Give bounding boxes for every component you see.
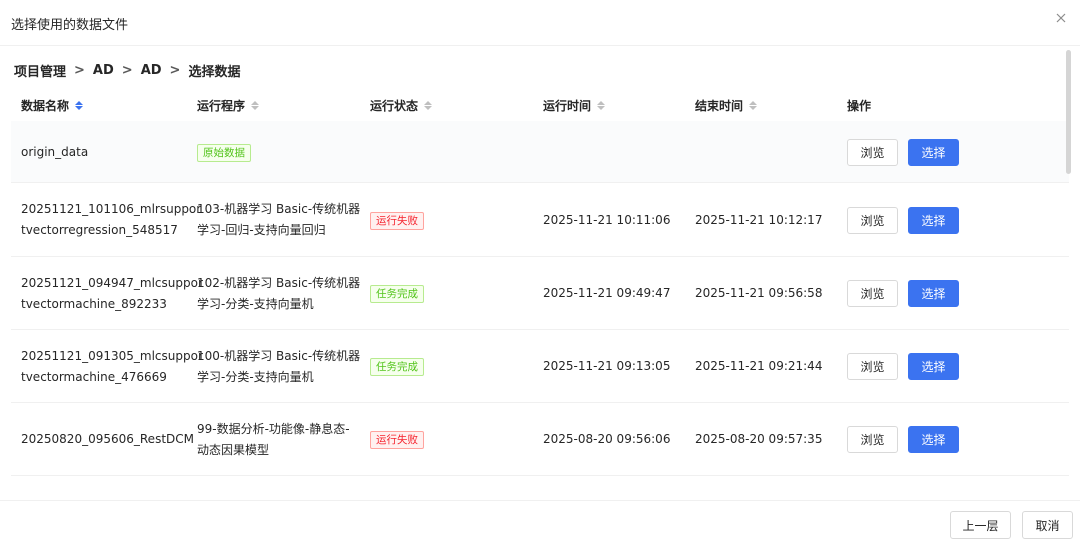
end-time-cell: 2025-11-21 09:21:44 bbox=[695, 359, 823, 373]
sort-icon[interactable] bbox=[251, 101, 260, 110]
breadcrumb-item-ad-2[interactable]: AD bbox=[141, 63, 162, 78]
column-header[interactable]: 运行时间 bbox=[543, 97, 606, 114]
scrollbar[interactable] bbox=[1066, 50, 1071, 174]
cancel-button[interactable]: 取消 bbox=[1022, 511, 1073, 539]
dialog-footer: 上一层 取消 bbox=[0, 500, 1080, 542]
status-badge: 任务完成 bbox=[370, 358, 424, 376]
sort-icon[interactable] bbox=[75, 101, 84, 110]
data-name-cell: 20251121_101106_mlrsuppor tvectorregressi… bbox=[21, 199, 201, 241]
table-row: 20251121_094947_mlcsuppor tvectormachine_… bbox=[11, 257, 1069, 330]
table-row: 20250820_095606_RestDCM 99-数据分析-功能像-静息态- 动… bbox=[11, 403, 1069, 476]
select-button[interactable]: 选择 bbox=[908, 280, 959, 307]
sort-icon[interactable] bbox=[597, 101, 606, 110]
start-time-cell: 2025-08-20 09:56:06 bbox=[543, 432, 671, 446]
status-badge: 任务完成 bbox=[370, 285, 424, 303]
column-header-label: 运行时间 bbox=[543, 99, 592, 113]
select-button[interactable]: 选择 bbox=[908, 353, 959, 380]
end-time-cell: 2025-11-21 09:56:58 bbox=[695, 286, 823, 300]
end-time-cell: 2025-08-20 09:57:35 bbox=[695, 432, 823, 446]
status-cell: 运行失败 bbox=[370, 429, 424, 450]
status-cell: 原始数据 bbox=[197, 142, 251, 163]
start-time-cell: 2025-11-21 09:49:47 bbox=[543, 286, 671, 300]
status-badge: 运行失败 bbox=[370, 211, 424, 230]
breadcrumb: 项目管理 > AD > AD > 选择数据 bbox=[14, 61, 240, 80]
chevron-right-icon: > bbox=[74, 63, 85, 78]
data-name-line: 20251121_091305_mlcsuppor bbox=[21, 348, 203, 363]
dialog-header: 选择使用的数据文件 bbox=[0, 0, 1080, 46]
column-header[interactable]: 运行程序 bbox=[197, 97, 260, 114]
dialog-title: 选择使用的数据文件 bbox=[11, 18, 129, 33]
data-name-line: 20250820_095606_RestDCM bbox=[21, 432, 194, 446]
browse-button[interactable]: 浏览 bbox=[847, 426, 898, 453]
program-line: 学习-分类-支持向量机 bbox=[197, 369, 314, 384]
data-name-line: 20251121_101106_mlrsuppor bbox=[21, 202, 202, 216]
select-data-file-dialog: 选择使用的数据文件 项目管理 > AD > AD > 选择数据 数据名称 运行程序… bbox=[0, 0, 1080, 542]
program-cell: 103-机器学习 Basic-传统机器 学习-回归-支持向量回归 bbox=[197, 199, 360, 241]
column-header-label: 运行程序 bbox=[197, 99, 246, 113]
browse-button[interactable]: 浏览 bbox=[847, 353, 898, 380]
sort-icon[interactable] bbox=[424, 101, 433, 110]
select-button[interactable]: 选择 bbox=[908, 426, 959, 453]
program-line: 102-机器学习 Basic-传统机器 bbox=[197, 275, 361, 290]
program-cell: 102-机器学习 Basic-传统机器 学习-分类-支持向量机 bbox=[197, 273, 360, 315]
data-name-line: origin_data bbox=[21, 144, 89, 159]
program-line: 学习-分类-支持向量机 bbox=[197, 296, 314, 311]
data-name-cell: origin_data bbox=[21, 142, 88, 163]
program-line: 动态因果模型 bbox=[197, 442, 270, 457]
program-cell: 100-机器学习 Basic-传统机器 学习-分类-支持向量机 bbox=[197, 346, 360, 388]
breadcrumb-item-project-management[interactable]: 项目管理 bbox=[14, 61, 66, 80]
breadcrumb-item-select-data: 选择数据 bbox=[188, 65, 241, 80]
column-header-label: 数据名称 bbox=[21, 99, 70, 113]
program-cell: 99-数据分析-功能像-静息态- 动态因果模型 bbox=[197, 419, 350, 461]
table-row: 20251121_101106_mlrsuppor tvectorregressi… bbox=[11, 183, 1069, 257]
status-cell: 任务完成 bbox=[370, 356, 424, 377]
status-cell: 任务完成 bbox=[370, 283, 424, 304]
table-row: origin_data 原始数据 浏览 选择 bbox=[11, 121, 1069, 183]
breadcrumb-item-ad[interactable]: AD bbox=[93, 63, 114, 78]
chevron-right-icon: > bbox=[169, 63, 181, 78]
column-header-label: 操作 bbox=[847, 99, 872, 113]
data-name-cell: 20250820_095606_RestDCM bbox=[21, 429, 194, 450]
data-name-cell: 20251121_091305_mlcsuppor tvectormachine_… bbox=[21, 346, 203, 388]
data-name-line: tvectormachine_892233 bbox=[21, 296, 167, 311]
close-icon[interactable] bbox=[1052, 9, 1070, 27]
program-line: 99-数据分析-功能像-静息态- bbox=[197, 421, 350, 436]
data-name-line: tvectormachine_476669 bbox=[21, 369, 167, 384]
table-header: 数据名称 运行程序 运行状态 运行时间 结束时间 操作 bbox=[11, 87, 1069, 121]
table-row: 20251121_091305_mlcsuppor tvectormachine_… bbox=[11, 330, 1069, 403]
start-time-cell: 2025-11-21 09:13:05 bbox=[543, 359, 671, 373]
data-name-line: 20251121_094947_mlcsuppor bbox=[21, 275, 203, 290]
program-line: 100-机器学习 Basic-传统机器 bbox=[197, 348, 361, 363]
sort-icon[interactable] bbox=[749, 101, 758, 110]
data-name-line: tvectorregression_548517 bbox=[21, 223, 178, 237]
status-badge: 原始数据 bbox=[197, 143, 251, 162]
table-body: origin_data 原始数据 浏览 选择 20251121_101106_mlrsu… bbox=[11, 121, 1069, 476]
status-badge: 运行失败 bbox=[370, 431, 424, 449]
prev-level-button[interactable]: 上一层 bbox=[950, 511, 1011, 539]
column-header-label: 运行状态 bbox=[370, 99, 419, 113]
column-header: 操作 bbox=[847, 97, 871, 114]
browse-button[interactable]: 浏览 bbox=[847, 280, 898, 307]
end-time-cell: 2025-11-21 10:12:17 bbox=[695, 212, 823, 227]
data-name-cell: 20251121_094947_mlcsuppor tvectormachine_… bbox=[21, 273, 203, 315]
status-cell: 运行失败 bbox=[370, 210, 424, 231]
select-button[interactable]: 选择 bbox=[908, 138, 959, 166]
select-button[interactable]: 选择 bbox=[908, 206, 959, 234]
column-header[interactable]: 运行状态 bbox=[370, 97, 433, 114]
start-time-cell: 2025-11-21 10:11:06 bbox=[543, 212, 671, 227]
chevron-right-icon: > bbox=[121, 63, 133, 78]
program-line: 学习-回归-支持向量回归 bbox=[197, 223, 326, 237]
browse-button[interactable]: 浏览 bbox=[847, 138, 898, 166]
column-header-label: 结束时间 bbox=[695, 99, 744, 113]
data-table: 数据名称 运行程序 运行状态 运行时间 结束时间 操作 origin_data 原始数据 浏览… bbox=[11, 87, 1069, 476]
browse-button[interactable]: 浏览 bbox=[847, 206, 898, 234]
program-line: 103-机器学习 Basic-传统机器 bbox=[197, 202, 361, 216]
column-header[interactable]: 数据名称 bbox=[21, 97, 84, 114]
column-header[interactable]: 结束时间 bbox=[695, 97, 758, 114]
